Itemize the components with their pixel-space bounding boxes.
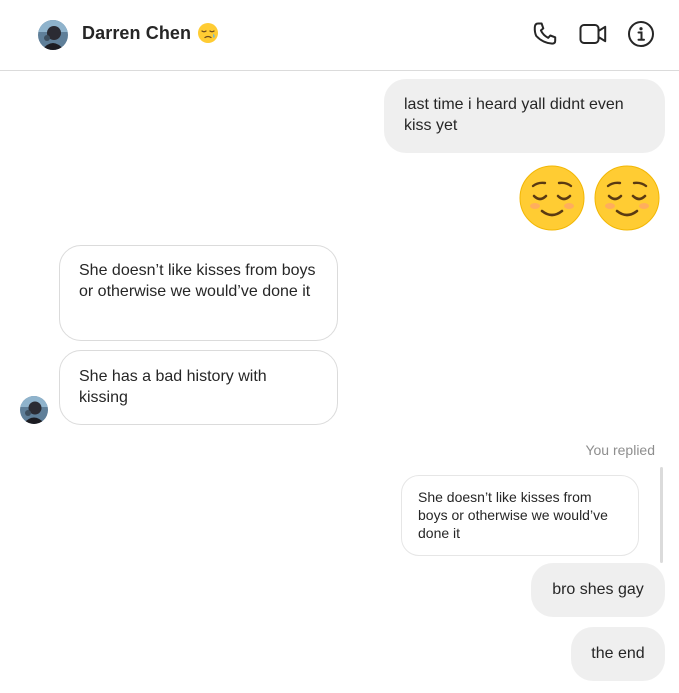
video-camera-icon[interactable] (579, 20, 607, 48)
sleepy-face-emoji-icon (198, 23, 219, 43)
reply-indicator-bar (660, 467, 663, 563)
message-text: She has a bad history with kissing (79, 368, 267, 406)
info-icon[interactable] (627, 20, 655, 48)
contact-name-wrap[interactable]: Darren Chen (82, 22, 219, 44)
message-bubble-outgoing[interactable]: the end (571, 627, 665, 681)
message-text: She doesn’t like kisses from boys or oth… (79, 262, 316, 300)
reply-label: You replied (585, 442, 655, 458)
message-bubble-outgoing[interactable]: bro shes gay (531, 563, 665, 617)
message-bubble-incoming[interactable]: She has a bad history with kissing (59, 350, 338, 425)
message-bubble-incoming[interactable]: She doesn’t like kisses from boys or oth… (59, 245, 338, 341)
quoted-text: She doesn’t like kisses from boys or oth… (418, 489, 608, 541)
relieved-face-emoji-icon[interactable] (593, 164, 661, 232)
phone-icon[interactable] (531, 20, 559, 48)
sender-avatar[interactable] (20, 396, 48, 424)
message-text: bro shes gay (552, 581, 644, 598)
chat-header: Darren Chen (0, 0, 679, 71)
contact-avatar[interactable] (38, 20, 68, 50)
message-text: the end (591, 645, 645, 662)
contact-name[interactable]: Darren Chen (82, 23, 191, 44)
quoted-message[interactable]: She doesn’t like kisses from boys or oth… (401, 475, 639, 556)
message-text: last time i heard yall didnt even kiss y… (404, 96, 624, 134)
relieved-face-emoji-icon[interactable] (518, 164, 586, 232)
message-bubble-outgoing[interactable]: last time i heard yall didnt even kiss y… (384, 79, 665, 153)
